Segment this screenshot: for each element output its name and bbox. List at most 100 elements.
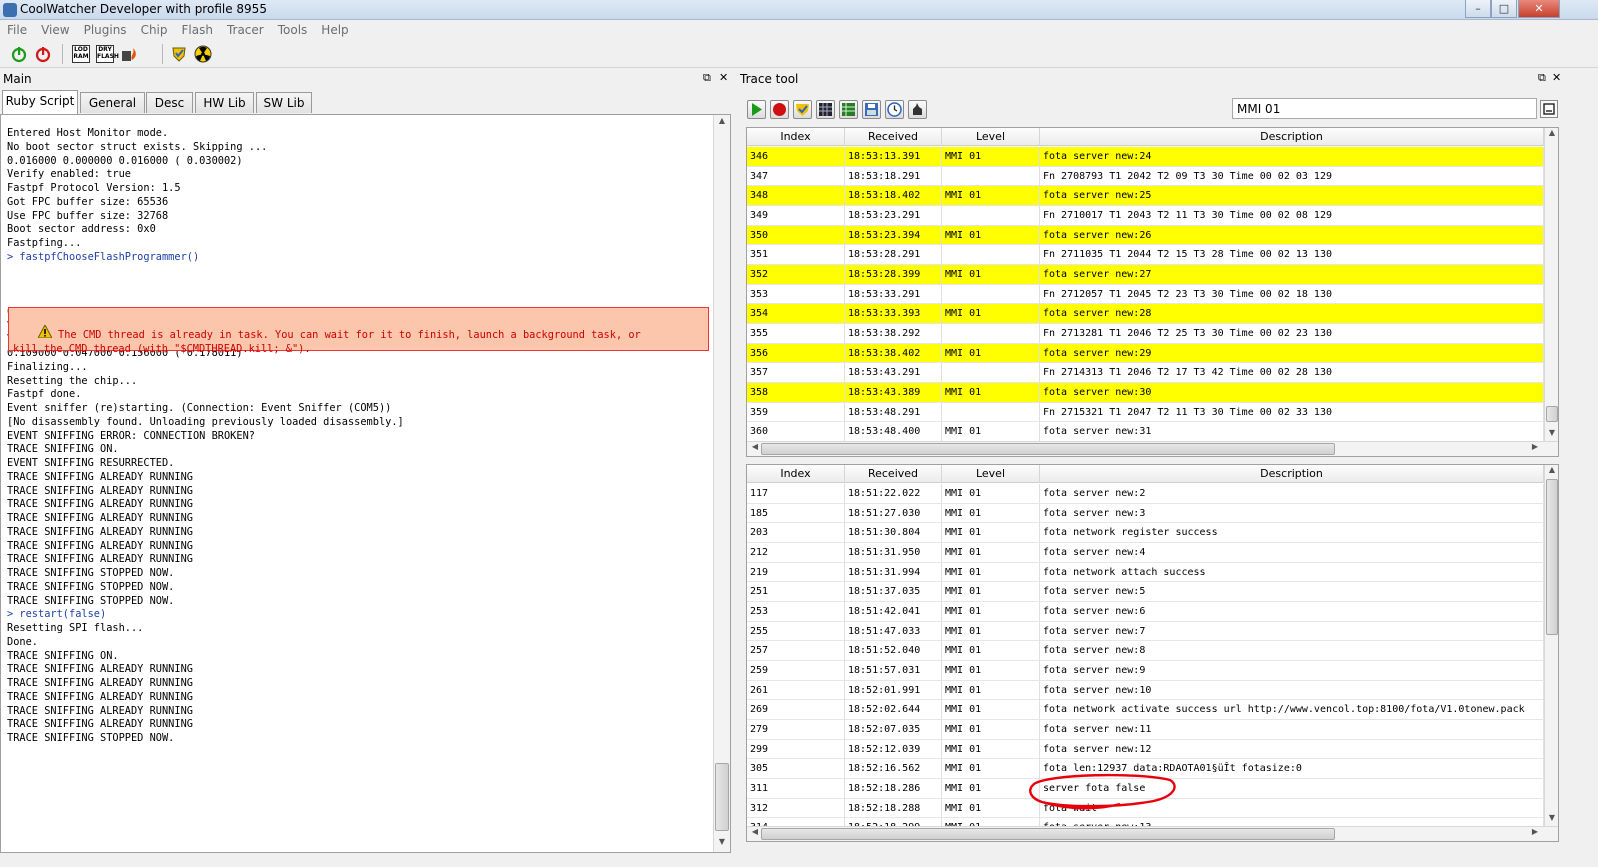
table-row[interactable]: 251 18:51:37.035 MMI 01 fota server new:5 (747, 582, 1544, 602)
table-row[interactable]: 257 18:51:52.040 MMI 01 fota server new:8 (747, 641, 1544, 661)
float-icon[interactable]: ⧉ (1538, 71, 1546, 85)
col-index[interactable]: Index (747, 465, 845, 483)
menu-help[interactable]: Help (314, 20, 355, 37)
tab-hw-lib[interactable]: HW Lib (195, 92, 254, 113)
scroll-down-arrow[interactable]: ▼ (714, 837, 730, 851)
table-row[interactable]: 253 18:51:42.041 MMI 01 fota server new:6 (747, 601, 1544, 622)
console-scrollbar[interactable]: ▲ ▼ (713, 115, 730, 852)
table-row[interactable]: 349 18:53:23.291 Fn 2710017 T1 2043 T2 11 … (747, 205, 1544, 226)
clock-icon[interactable] (885, 100, 904, 119)
top-table-hscroll[interactable]: ◀ ▶ (747, 441, 1558, 456)
table-row[interactable]: 357 18:53:43.291 Fn 2714313 T1 2046 T2 17 … (747, 363, 1544, 383)
scroll-thumb[interactable] (761, 828, 1335, 840)
cell-description: fota server new:2 (1040, 484, 1544, 503)
flash-burn-icon[interactable] (120, 45, 138, 63)
bottom-table-vscroll[interactable]: ▲ ▼ (1544, 465, 1558, 827)
scroll-thumb[interactable] (1546, 479, 1558, 635)
ruby-console[interactable]: Entered Host Monitor mode. No boot sector… (0, 114, 731, 853)
table-row[interactable]: 352 18:53:28.399 MMI 01 fota server new:27 (747, 264, 1544, 285)
scroll-thumb[interactable] (761, 443, 1335, 455)
filter-options-icon[interactable] (1540, 100, 1558, 118)
table-icon[interactable] (839, 100, 858, 119)
scroll-up-arrow[interactable]: ▲ (1545, 128, 1558, 142)
radiation-icon[interactable] (194, 45, 212, 63)
table-row[interactable]: 348 18:53:18.402 MMI 01 fota server new:25 (747, 186, 1544, 206)
scroll-down-arrow[interactable]: ▼ (1545, 813, 1558, 827)
table-row[interactable]: 346 18:53:13.391 MMI 01 fota server new:24 (747, 147, 1544, 167)
table-row[interactable]: 255 18:51:47.033 MMI 01 fota server new:7 (747, 621, 1544, 642)
save-icon[interactable] (862, 100, 881, 119)
table-row[interactable]: 259 18:51:57.031 MMI 01 fota server new:9 (747, 660, 1544, 681)
table-row[interactable]: 212 18:51:31.950 MMI 01 fota server new:4 (747, 542, 1544, 563)
table-row[interactable]: 350 18:53:23.394 MMI 01 fota server new:26 (747, 225, 1544, 246)
col-description[interactable]: Description (1040, 465, 1544, 483)
maximize-button[interactable]: □ (1491, 0, 1517, 18)
shield-icon[interactable] (170, 45, 188, 63)
scroll-right-arrow[interactable]: ▶ (1529, 442, 1541, 456)
col-received[interactable]: Received (845, 465, 942, 483)
table-row[interactable]: 347 18:53:18.291 Fn 2708793 T1 2042 T2 09 … (747, 166, 1544, 187)
table-row[interactable]: 203 18:51:30.804 MMI 01 fota network regist… (747, 523, 1544, 543)
col-level[interactable]: Level (942, 128, 1040, 146)
table-row[interactable]: 219 18:51:31.994 MMI 01 fota network attach… (747, 562, 1544, 583)
power-on-icon[interactable] (10, 45, 28, 63)
tab-desc[interactable]: Desc (146, 92, 193, 113)
trace-filter-input[interactable]: MMI 01 (1232, 98, 1537, 119)
scroll-thumb[interactable] (715, 763, 729, 831)
menu-chip[interactable]: Chip (134, 20, 175, 37)
scroll-right-arrow[interactable]: ▶ (1529, 827, 1541, 841)
table-row[interactable]: 356 18:53:38.402 MMI 01 fota server new:29 (747, 343, 1544, 364)
table-row[interactable]: 261 18:52:01.991 MMI 01 fota server new:10 (747, 680, 1544, 701)
hand-icon[interactable] (908, 100, 927, 119)
filter-icon[interactable] (793, 100, 812, 119)
col-index[interactable]: Index (747, 128, 845, 146)
close-icon[interactable]: ✕ (1552, 71, 1561, 84)
scroll-up-arrow[interactable]: ▲ (714, 116, 730, 130)
menu-view[interactable]: View (34, 20, 76, 37)
table-row[interactable]: 358 18:53:43.389 MMI 01 fota server new:30 (747, 382, 1544, 403)
menu-plugins[interactable]: Plugins (77, 20, 134, 37)
play-icon[interactable] (747, 100, 766, 119)
table-row[interactable]: 117 18:51:22.022 MMI 01 fota server new:2 (747, 484, 1544, 504)
table-row[interactable]: 360 18:53:48.400 MMI 01 fota server new:31 (747, 422, 1544, 442)
menu-flash[interactable]: Flash (175, 20, 220, 37)
table-row[interactable]: 185 18:51:27.030 MMI 01 fota server new:3 (747, 503, 1544, 524)
bottom-table-hscroll[interactable]: ◀ ▶ (747, 826, 1558, 841)
grid-icon[interactable] (816, 100, 835, 119)
table-header: Index Received Level Description (747, 465, 1544, 483)
table-row[interactable]: 269 18:52:02.644 MMI 01 fota network activa… (747, 700, 1544, 720)
console-prompt: > fastpfChooseFlashProgrammer() (7, 250, 200, 263)
minimize-button[interactable]: – (1465, 0, 1491, 18)
top-table-vscroll[interactable]: ▲ ▼ (1544, 128, 1558, 442)
table-row[interactable]: 299 18:52:12.039 MMI 01 fota server new:12 (747, 739, 1544, 760)
load-ram-icon[interactable]: LOD RAM (72, 45, 90, 63)
scroll-thumb[interactable] (1546, 406, 1558, 422)
close-icon[interactable]: ✕ (719, 71, 728, 84)
table-row[interactable]: 353 18:53:33.291 Fn 2712057 T1 2045 T2 23 … (747, 284, 1544, 305)
scroll-down-arrow[interactable]: ▼ (1545, 428, 1558, 442)
col-description[interactable]: Description (1040, 128, 1544, 146)
table-row[interactable]: 359 18:53:48.291 Fn 2715321 T1 2047 T2 11 … (747, 402, 1544, 423)
col-received[interactable]: Received (845, 128, 942, 146)
col-level[interactable]: Level (942, 465, 1040, 483)
table-row[interactable]: 279 18:52:07.035 MMI 01 fota server new:11 (747, 719, 1544, 740)
scroll-up-arrow[interactable]: ▲ (1545, 465, 1558, 479)
trace-table-top[interactable]: Index Received Level Description 346 18:5… (746, 127, 1559, 457)
table-row[interactable]: 355 18:53:38.292 Fn 2713281 T1 2046 T2 25 … (747, 323, 1544, 344)
stop-icon[interactable] (770, 100, 789, 119)
table-row[interactable]: 351 18:53:28.291 Fn 2711035 T1 2044 T2 15 … (747, 245, 1544, 265)
menu-tracer[interactable]: Tracer (220, 20, 271, 37)
scroll-left-arrow[interactable]: ◀ (749, 442, 761, 456)
menu-tools[interactable]: Tools (271, 20, 315, 37)
cell-level: MMI 01 (942, 739, 1040, 759)
menu-file[interactable]: File (0, 20, 34, 37)
float-icon[interactable]: ⧉ (703, 71, 711, 85)
scroll-left-arrow[interactable]: ◀ (749, 827, 761, 841)
close-button[interactable]: ✕ (1518, 0, 1560, 18)
tab-ruby-script[interactable]: Ruby Script (2, 90, 78, 114)
table-row[interactable]: 354 18:53:33.393 MMI 01 fota server new:28 (747, 304, 1544, 324)
dry-flash-icon[interactable]: DRY FLASH (96, 45, 119, 63)
power-off-icon[interactable] (34, 45, 52, 63)
tab-sw-lib[interactable]: SW Lib (256, 92, 312, 113)
tab-general[interactable]: General (80, 92, 145, 113)
